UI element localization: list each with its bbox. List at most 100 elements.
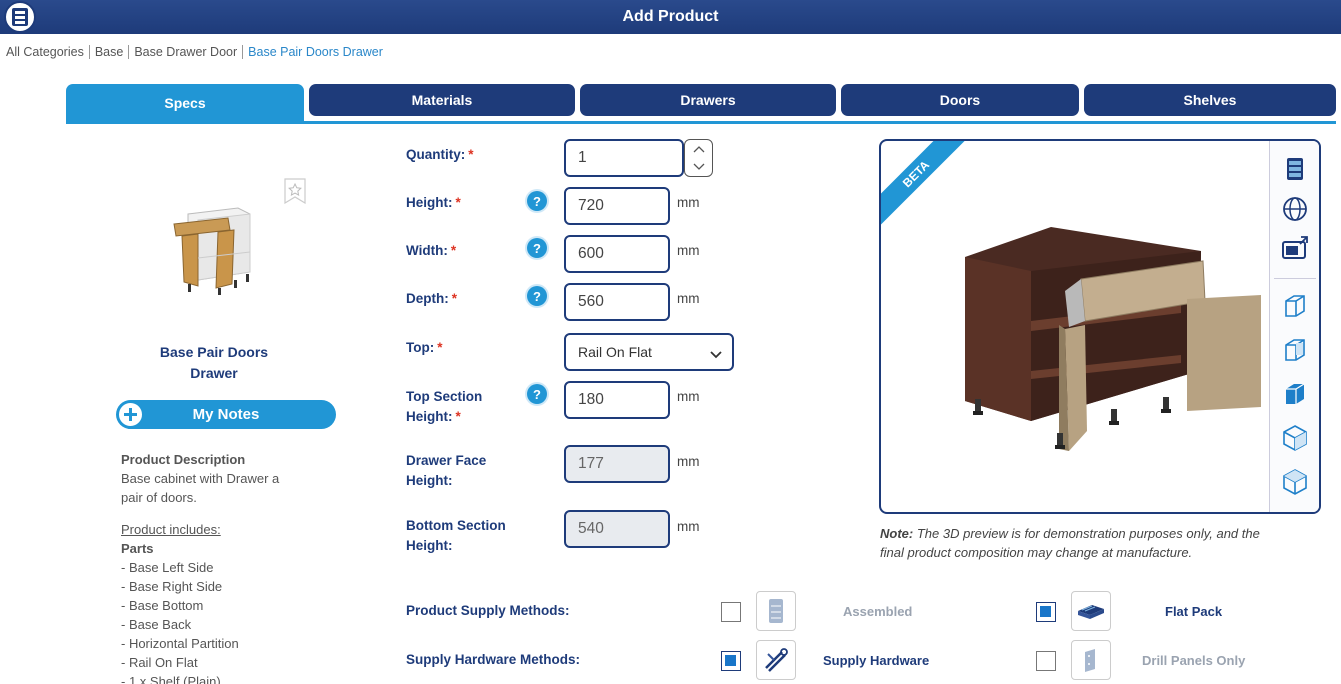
chevron-down-icon bbox=[710, 346, 722, 362]
list-item: - Horizontal Partition bbox=[121, 636, 239, 651]
top-section-help-icon[interactable]: ? bbox=[527, 384, 547, 404]
globe-icon[interactable] bbox=[1280, 194, 1310, 224]
description-line: Base cabinet with Drawer a bbox=[121, 471, 280, 486]
depth-unit: mm bbox=[677, 291, 700, 306]
supply-hardware-label: Supply Hardware bbox=[823, 653, 930, 668]
list-item: - Base Back bbox=[121, 617, 192, 632]
tab-drawers[interactable]: Drawers bbox=[580, 84, 836, 116]
height-help-icon[interactable]: ? bbox=[527, 191, 547, 211]
product-name-line1: Base Pair Doors bbox=[159, 344, 269, 360]
assembled-cabinet-icon bbox=[756, 591, 796, 631]
list-item: - Base Left Side bbox=[121, 560, 214, 575]
cabinet-3d-model[interactable] bbox=[961, 221, 1271, 466]
drill-panel-icon bbox=[1071, 640, 1111, 680]
parts-list: - Base Left Side - Base Right Side - Bas… bbox=[121, 558, 321, 684]
toolbar-divider bbox=[1274, 278, 1316, 279]
product-name: Base Pair Doors Drawer bbox=[140, 342, 288, 384]
includes-heading: Product includes: bbox=[121, 522, 221, 537]
favorite-star-icon[interactable] bbox=[283, 178, 307, 205]
height-label: Height: * bbox=[406, 195, 461, 210]
breadcrumb-base-drawer-door[interactable]: Base Drawer Door bbox=[134, 45, 237, 59]
breadcrumb-all-categories[interactable]: All Categories bbox=[6, 45, 84, 59]
flat-pack-checkbox[interactable] bbox=[1036, 602, 1056, 622]
my-notes-label: My Notes bbox=[192, 406, 260, 423]
breadcrumb-base[interactable]: Base bbox=[95, 45, 124, 59]
top-select[interactable]: Rail On Flat bbox=[564, 333, 734, 371]
fullscreen-icon[interactable] bbox=[1280, 234, 1310, 264]
tab-materials[interactable]: Materials bbox=[309, 84, 575, 116]
preview-toolbar bbox=[1269, 141, 1319, 512]
assembled-label: Assembled bbox=[843, 604, 913, 619]
my-notes-button[interactable]: My Notes bbox=[116, 400, 336, 429]
window-title: Add Product bbox=[622, 8, 719, 25]
breadcrumb-separator bbox=[242, 45, 244, 59]
beta-badge: BETA bbox=[881, 141, 970, 228]
drill-panels-label: Drill Panels Only bbox=[1142, 653, 1246, 668]
parts-heading: Parts bbox=[121, 541, 154, 556]
breadcrumb-separator bbox=[128, 45, 130, 59]
bottom-section-label: Bottom Section Height: bbox=[406, 518, 506, 553]
width-input[interactable]: 600 bbox=[564, 235, 670, 273]
note-line1: The 3D preview is for demonstration purp… bbox=[916, 526, 1260, 541]
flat-pack-label: Flat Pack bbox=[1165, 604, 1223, 619]
top-label: Top: * bbox=[406, 340, 443, 355]
plus-icon bbox=[117, 401, 144, 428]
note-line2: final product composition may change at … bbox=[880, 545, 1193, 560]
product-name-line2: Drawer bbox=[190, 365, 238, 381]
breadcrumb-separator bbox=[88, 45, 90, 59]
depth-label: Depth: * bbox=[406, 291, 458, 306]
tab-bar: Specs Materials Drawers Doors Shelves bbox=[66, 84, 1336, 124]
breadcrumb: All Categories Base Base Drawer Door Bas… bbox=[6, 45, 383, 59]
top-section-unit: mm bbox=[677, 389, 700, 404]
drawer-face-height-input: 177 bbox=[564, 445, 670, 483]
quantity-input[interactable]: 1 bbox=[564, 139, 684, 177]
flat-pack-icon bbox=[1071, 591, 1111, 631]
product-description: Product Description Base cabinet with Dr… bbox=[121, 450, 321, 684]
top-select-value: Rail On Flat bbox=[578, 344, 652, 360]
top-section-height-input[interactable]: 180 bbox=[564, 381, 670, 419]
cube-solid-view-icon[interactable] bbox=[1280, 379, 1310, 409]
list-item: - 1 x Shelf (Plain) bbox=[121, 674, 221, 684]
description-line: pair of doors. bbox=[121, 490, 197, 505]
depth-help-icon[interactable]: ? bbox=[527, 286, 547, 306]
assembled-checkbox[interactable] bbox=[721, 602, 741, 622]
list-item: - Base Bottom bbox=[121, 598, 204, 613]
preview-note: Note: The 3D preview is for demonstratio… bbox=[880, 524, 1320, 562]
drawer-face-unit: mm bbox=[677, 454, 700, 469]
cube-front-view-icon[interactable] bbox=[1280, 291, 1310, 321]
cube-top-view-icon[interactable] bbox=[1280, 467, 1310, 497]
supply-hardware-methods-label: Supply Hardware Methods: bbox=[406, 652, 581, 667]
list-item: - Rail On Flat bbox=[121, 655, 198, 670]
bottom-section-unit: mm bbox=[677, 519, 700, 534]
stepper-up-icon[interactable] bbox=[685, 140, 712, 158]
cube-iso-view-icon[interactable] bbox=[1280, 423, 1310, 453]
tab-underline bbox=[66, 121, 1336, 124]
3d-preview-panel[interactable]: BETA bbox=[879, 139, 1321, 514]
stepper-down-icon[interactable] bbox=[685, 158, 712, 176]
width-help-icon[interactable]: ? bbox=[527, 238, 547, 258]
tab-doors[interactable]: Doors bbox=[841, 84, 1079, 116]
width-unit: mm bbox=[677, 243, 700, 258]
width-label: Width: * bbox=[406, 243, 457, 258]
cube-side-view-icon[interactable] bbox=[1280, 335, 1310, 365]
list-item: - Base Right Side bbox=[121, 579, 223, 594]
depth-input[interactable]: 560 bbox=[564, 283, 670, 321]
product-thumbnail bbox=[168, 200, 258, 296]
note-bold: Note: bbox=[880, 526, 914, 541]
bottom-section-height-input: 540 bbox=[564, 510, 670, 548]
quantity-stepper[interactable] bbox=[684, 139, 713, 177]
title-bar: Add Product bbox=[0, 0, 1341, 34]
product-supply-label: Product Supply Methods: bbox=[406, 603, 570, 618]
supply-hardware-checkbox[interactable] bbox=[721, 651, 741, 671]
height-unit: mm bbox=[677, 195, 700, 210]
description-heading: Product Description bbox=[121, 452, 246, 467]
cabinet-view-icon[interactable] bbox=[1280, 154, 1310, 184]
drawer-face-label: Drawer Face Height: bbox=[406, 453, 487, 488]
breadcrumb-current: Base Pair Doors Drawer bbox=[248, 45, 383, 59]
drill-panels-checkbox[interactable] bbox=[1036, 651, 1056, 671]
hardware-tools-icon bbox=[756, 640, 796, 680]
app-logo-icon[interactable] bbox=[4, 1, 36, 33]
height-input[interactable]: 720 bbox=[564, 187, 670, 225]
tab-shelves[interactable]: Shelves bbox=[1084, 84, 1336, 116]
tab-specs[interactable]: Specs bbox=[66, 84, 304, 122]
